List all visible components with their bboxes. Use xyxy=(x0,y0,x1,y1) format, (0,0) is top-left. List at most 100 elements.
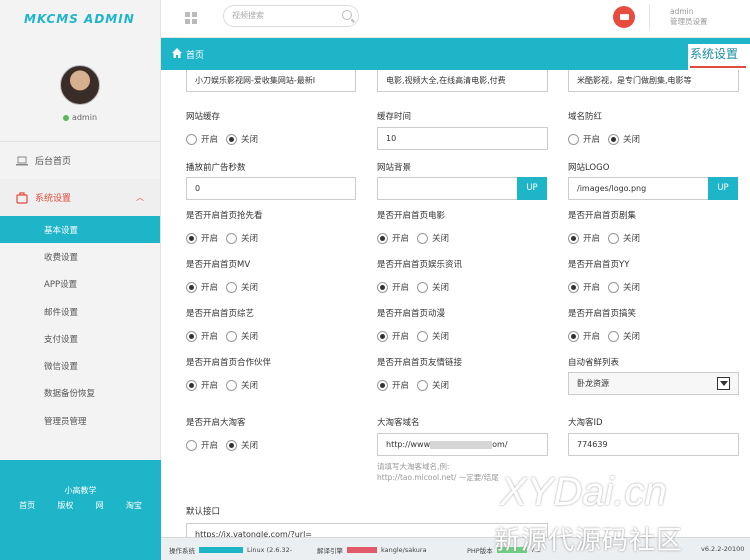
sidebar-item-label: 后台首页 xyxy=(35,157,72,167)
radio-off[interactable]: 关闭 xyxy=(417,232,449,244)
radio-on[interactable]: 开启 xyxy=(568,281,600,293)
radio-off[interactable]: 关闭 xyxy=(226,232,258,244)
taoke-id-input[interactable]: 774639 xyxy=(568,433,739,456)
field-label: 是否开启首页电影 xyxy=(377,211,446,221)
radio-on[interactable]: 开启 xyxy=(186,232,218,244)
field-label: 网站背景 xyxy=(377,163,412,173)
search-placeholder: 视频搜索 xyxy=(232,11,264,20)
radio-on[interactable]: 开启 xyxy=(186,439,218,451)
os-bar xyxy=(199,547,243,553)
cache-time-input[interactable]: 10 xyxy=(377,127,548,150)
chevron-up-icon: ︿ xyxy=(136,193,144,202)
footer-link[interactable]: 网 xyxy=(96,500,104,511)
sidebar-sub-admins[interactable]: 管理员管理 xyxy=(0,407,160,434)
radio-off[interactable]: 关闭 xyxy=(417,281,449,293)
radio-off[interactable]: 关闭 xyxy=(226,281,258,293)
field-label: 大淘客ID xyxy=(568,418,603,428)
radio-on[interactable]: 开启 xyxy=(186,281,218,293)
sidebar-sub-wechat[interactable]: 微信设置 xyxy=(0,352,160,379)
radio-off[interactable]: 关闭 xyxy=(608,232,640,244)
field-label: 网站缓存 xyxy=(186,112,221,122)
toggle-links: 是否开启首页友情链接 开启 关闭 xyxy=(377,357,547,391)
radio-off[interactable]: 关闭 xyxy=(226,439,258,451)
ad-seconds-field: 播放前广告秒数 xyxy=(186,162,356,174)
site-keywords-input[interactable]: 电影,视频大全,在线高清电影,付费 xyxy=(377,70,548,92)
site-bg-upload-button[interactable]: UP xyxy=(517,177,547,200)
sidebar-sub-basic[interactable]: 基本设置 xyxy=(0,216,160,244)
search-input[interactable]: 视频搜索 xyxy=(223,5,359,27)
site-bg-field: 网站背景 xyxy=(377,162,547,174)
field-label: 默认接口 xyxy=(186,507,221,517)
sidebar-sub-pay[interactable]: 支付设置 xyxy=(0,325,160,352)
radio-off[interactable]: 关闭 xyxy=(226,330,258,342)
sidebar-sub-backup[interactable]: 数据备份恢复 xyxy=(0,380,160,407)
field-label: 播放前广告秒数 xyxy=(186,163,246,173)
radio-off[interactable]: 关闭 xyxy=(226,133,258,145)
mail-icon[interactable] xyxy=(613,6,635,28)
toggle-movie: 是否开启首页电影 开启 关闭 xyxy=(377,210,547,244)
field-label: 是否开启首页YY xyxy=(568,260,630,270)
site-description-input[interactable]: 米酷影视，是专门做剧集,电影等 xyxy=(568,70,739,92)
radio-on[interactable]: 开启 xyxy=(568,133,600,145)
tab-label: 系统设置 xyxy=(690,46,746,68)
radio-on[interactable]: 开启 xyxy=(377,281,409,293)
field-label: 是否开启首页抢先看 xyxy=(186,211,263,221)
tab-system-settings[interactable]: 系统设置 xyxy=(688,44,750,70)
toggle-mv: 是否开启首页MV 开启 关闭 xyxy=(186,259,356,293)
footer-link[interactable]: 淘宝 xyxy=(126,500,142,511)
auto-list-select[interactable]: 卧龙资源 xyxy=(568,372,739,395)
sidebar: MKCMS ADMIN admin 后台首页 系统设置 ︿ 基本设置 收费设置 … xyxy=(0,0,161,560)
field-label: 是否开启首页剧集 xyxy=(568,211,637,221)
sidebar-sub-charge[interactable]: 收费设置 xyxy=(0,243,160,270)
brand-text: MKCMS ADMIN xyxy=(24,12,135,26)
ad-seconds-input[interactable]: 0 xyxy=(186,177,356,200)
radio-off[interactable]: 关闭 xyxy=(608,133,640,145)
sidebar-item-dashboard[interactable]: 后台首页 xyxy=(0,142,160,179)
radio-on[interactable]: 开启 xyxy=(377,330,409,342)
search-icon[interactable] xyxy=(342,10,352,20)
sidebar-item-system-settings[interactable]: 系统设置 ︿ xyxy=(0,179,160,216)
laptop-icon xyxy=(16,156,28,165)
toggle-news: 是否开启首页娱乐资讯 开启 关闭 xyxy=(377,259,547,293)
avatar[interactable] xyxy=(60,65,100,105)
field-label: 是否开启大淘客 xyxy=(186,418,246,428)
site-logo-input[interactable]: /images/logo.png xyxy=(568,177,709,200)
radio-on[interactable]: 开启 xyxy=(377,232,409,244)
toggle-series: 是否开启首页剧集 开启 关闭 xyxy=(568,210,738,244)
radio-on[interactable]: 开启 xyxy=(568,232,600,244)
site-title-input[interactable]: 小刀娱乐影视网-爱收集网站-最新I xyxy=(186,70,356,92)
grid-icon[interactable] xyxy=(185,12,197,24)
site-cache-field: 网站缓存 开启 关闭 xyxy=(186,111,356,145)
radio-off[interactable]: 关闭 xyxy=(608,330,640,342)
radio-off[interactable]: 关闭 xyxy=(608,281,640,293)
radio-on[interactable]: 开启 xyxy=(186,330,218,342)
sidebar-sub-mail[interactable]: 邮件设置 xyxy=(0,298,160,325)
field-label: 是否开启首页综艺 xyxy=(186,309,255,319)
watermark-subtext: 新源代源码社区 xyxy=(494,526,684,556)
profile: admin xyxy=(0,38,160,141)
topbar: 视频搜索 admin 管理员设置 xyxy=(161,0,750,38)
radio-off[interactable]: 关闭 xyxy=(417,379,449,391)
footer-link[interactable]: 首页 xyxy=(19,500,35,511)
radio-on[interactable]: 开启 xyxy=(186,379,218,391)
site-bg-input[interactable] xyxy=(377,177,518,200)
settings-icon xyxy=(16,191,28,204)
radio-on[interactable]: 开启 xyxy=(568,330,600,342)
watermark-text: XYDai.cn xyxy=(500,470,667,514)
taoke-field: 是否开启大淘客 开启 关闭 xyxy=(186,417,356,451)
site-logo-upload-button[interactable]: UP xyxy=(708,177,738,200)
radio-on[interactable]: 开启 xyxy=(186,133,218,145)
footer-link[interactable]: 版权 xyxy=(57,500,73,511)
chevron-down-icon[interactable] xyxy=(717,377,730,390)
breadcrumb-home[interactable]: 首页 xyxy=(186,48,204,61)
default-api-field: 默认接口 xyxy=(186,506,356,518)
radio-off[interactable]: 关闭 xyxy=(417,330,449,342)
radio-off[interactable]: 关闭 xyxy=(226,379,258,391)
user-menu[interactable]: admin 管理员设置 xyxy=(670,7,708,27)
field-label: 是否开启首页动漫 xyxy=(377,309,446,319)
field-label: 是否开启首页友情链接 xyxy=(377,358,463,368)
sidebar-sub-app[interactable]: APP设置 xyxy=(0,271,160,298)
radio-on[interactable]: 开启 xyxy=(377,379,409,391)
brand-logo[interactable]: MKCMS ADMIN xyxy=(0,0,160,38)
taoke-domain-input[interactable]: http://www om/ xyxy=(377,433,548,456)
